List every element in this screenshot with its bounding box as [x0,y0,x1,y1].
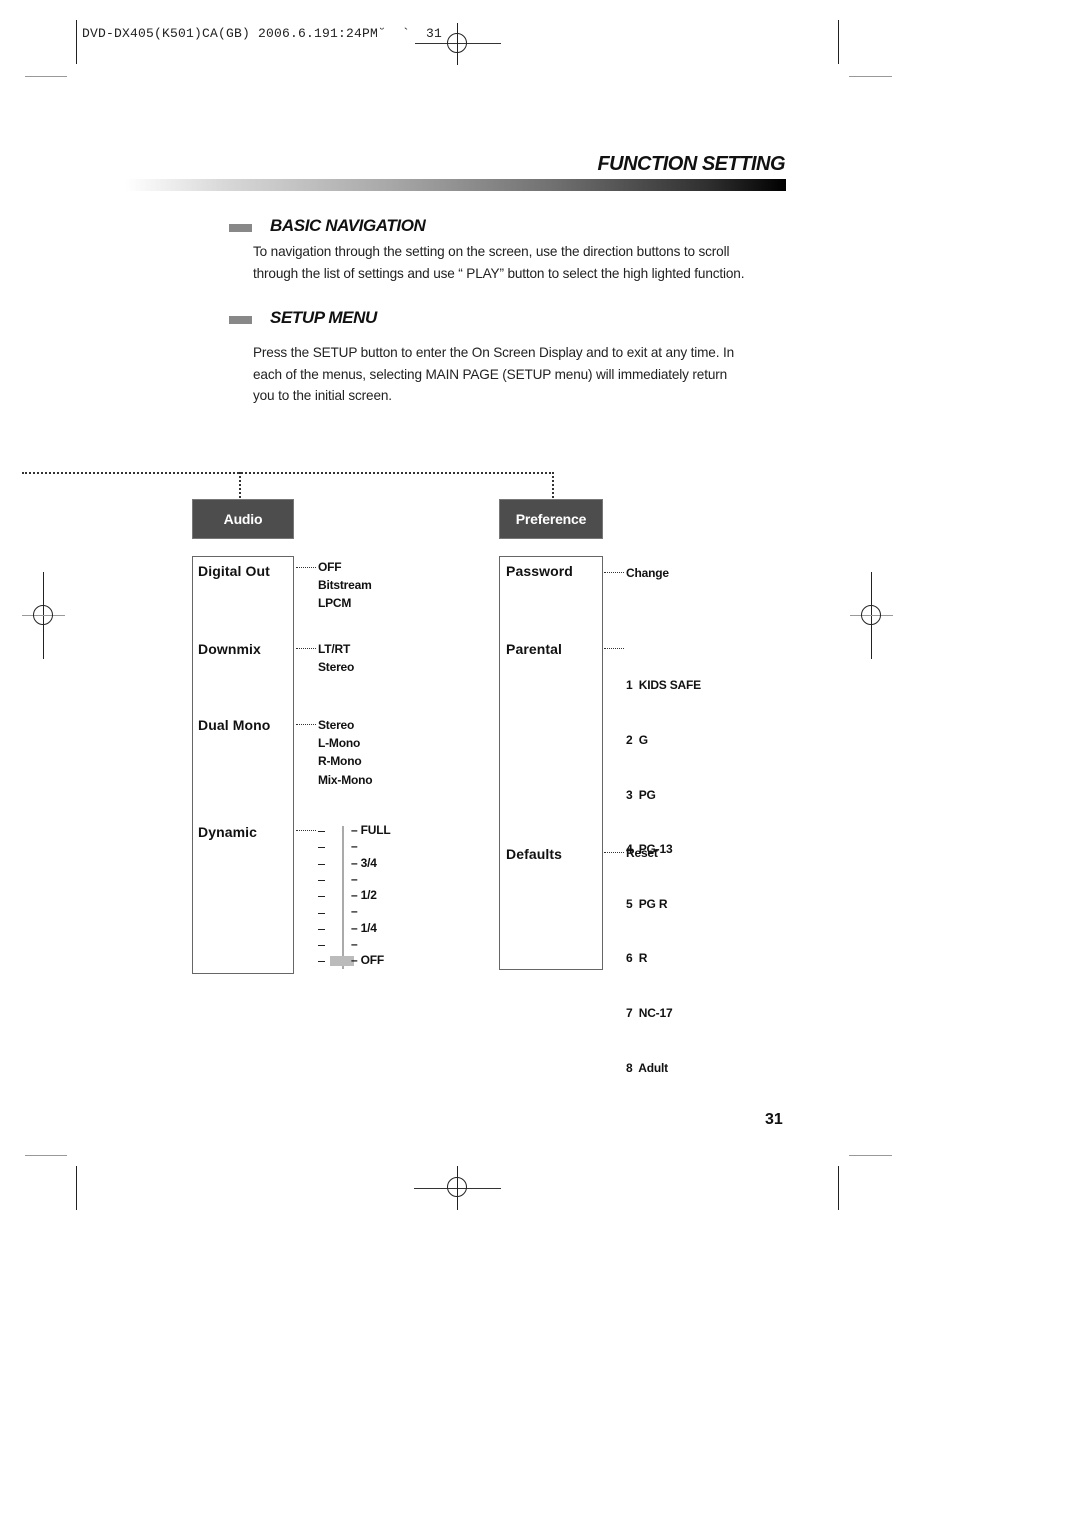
crop-mark [849,1155,892,1156]
page-number: 31 [765,1111,783,1128]
tree-connector [552,472,554,498]
menu-item-defaults[interactable]: Defaults [506,846,562,862]
parental-options: 1 KIDS SAFE 2 G 3 PG 4 PG-13 5 PG R 6 R … [626,640,701,1095]
option-rating[interactable]: 2 G [626,731,701,749]
option-l-mono[interactable]: L-Mono [318,734,372,752]
crop-mark [76,1166,77,1210]
slider-tick [318,912,325,914]
level-label: – [351,904,358,919]
level-label: – FULL [351,823,391,837]
preference-menu-button[interactable]: Preference [499,499,603,539]
slider-level-labels: – FULL – – 3/4 – – 1/2 – – 1/4 – – OFF [351,822,391,969]
crop-mark [838,20,839,64]
option-reset[interactable]: Reset [626,844,658,862]
option-off[interactable]: OFF [318,558,372,576]
menu-item-password[interactable]: Password [506,563,573,579]
option-rating[interactable]: 8 Adult [626,1059,701,1077]
level-label: – 1/4 [351,920,377,935]
slider-tick [318,863,325,865]
basic-navigation-text: To navigation through the setting on the… [253,241,793,284]
option-change[interactable]: Change [626,564,669,582]
menu-item-digital-out[interactable]: Digital Out [198,563,270,579]
crop-mark [838,1166,839,1210]
crop-mark [76,20,77,64]
digital-out-options: OFF Bitstream LPCM [318,558,372,613]
print-slug: DVD-DX405(K501)CA(GB) 2006.6.191:24PM˘ `… [82,26,443,41]
menu-item-downmix[interactable]: Downmix [198,641,261,657]
defaults-options: Reset [626,844,658,862]
leader-line [296,648,316,649]
option-lt-rt[interactable]: LT/RT [318,640,354,658]
crop-mark [25,1155,67,1156]
page-title: FUNCTION SETTING [597,153,785,175]
level-label: – [351,871,358,886]
option-stereo[interactable]: Stereo [318,716,372,734]
text-line: To navigation through the setting on the… [253,244,730,259]
downmix-options: LT/RT Stereo [318,640,354,676]
option-rating[interactable]: 6 R [626,949,701,967]
crop-mark [849,76,892,77]
slider-tick [318,928,325,930]
audio-menu-panel [192,556,294,974]
option-stereo[interactable]: Stereo [318,658,354,676]
tree-connector [239,472,241,498]
menu-item-dual-mono[interactable]: Dual Mono [198,717,270,733]
text-line: Press the SETUP button to enter the On S… [253,345,735,360]
slider-tick [318,831,325,832]
option-rating[interactable]: 5 PG R [626,895,701,913]
title-gradient-bar [125,179,786,191]
audio-menu-button[interactable]: Audio [192,499,294,539]
preference-menu-panel [499,556,603,970]
option-rating[interactable]: 3 PG [626,786,701,804]
option-r-mono[interactable]: R-Mono [318,752,372,770]
slider-tick [318,879,325,881]
leader-line [296,567,316,568]
level-label: – OFF [351,953,385,968]
level-label: – 3/4 [351,855,377,870]
slider-track [342,826,344,969]
setup-menu-text: Press the SETUP button to enter the On S… [253,342,793,407]
dual-mono-options: Stereo L-Mono R-Mono Mix-Mono [318,716,373,789]
leader-line [604,572,624,573]
slider-tick [318,896,325,898]
tree-connector [22,472,554,474]
leader-line [296,724,316,725]
option-lpcm[interactable]: LPCM [318,594,372,612]
text-line: through the list of settings and use “ P… [253,265,745,281]
option-mix-mono[interactable]: Mix-Mono [318,771,373,789]
crop-mark [25,76,67,77]
menu-item-parental[interactable]: Parental [506,641,562,657]
leader-line [604,648,624,649]
menu-item-dynamic[interactable]: Dynamic [198,824,257,840]
level-label: – 1/2 [351,888,377,903]
password-options: Change [626,564,669,582]
section-marker-icon [229,316,252,324]
slider-tick [318,847,325,849]
option-rating[interactable]: 7 NC-17 [626,1004,701,1022]
text-line: each of the menus, selecting MAIN PAGE (… [253,366,728,382]
level-label: – [351,839,358,854]
option-rating[interactable]: 1 KIDS SAFE [626,676,701,694]
section-title-basic-navigation: BASIC NAVIGATION [270,216,426,235]
text-line: you to the initial screen. [253,388,392,403]
section-marker-icon [229,224,252,232]
leader-line [604,852,624,853]
slider-tick [318,961,325,963]
option-bitstream[interactable]: Bitstream [318,576,372,594]
slider-tick [318,945,325,947]
section-title-setup-menu: SETUP MENU [270,308,377,327]
leader-line [296,830,316,831]
level-label: – [351,937,358,952]
